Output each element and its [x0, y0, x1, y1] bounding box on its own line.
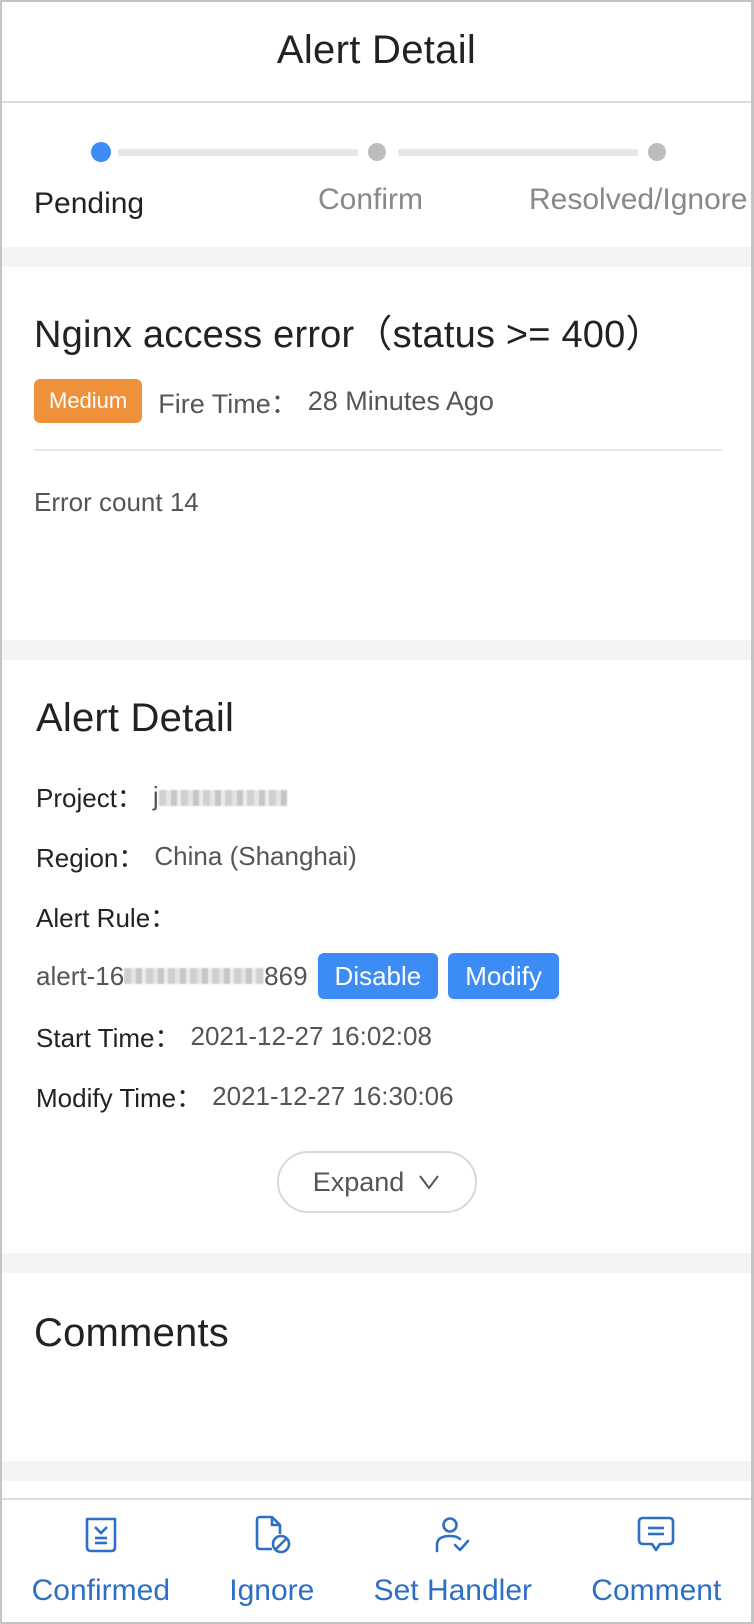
comment-action[interactable]: Comment [591, 1500, 721, 1608]
clipboard-check-icon [83, 1514, 119, 1556]
ignore-label: Ignore [229, 1574, 315, 1607]
redacted-text [124, 968, 265, 984]
start-time-label: Start Time： [36, 1022, 181, 1053]
set-handler-action[interactable]: Set Handler [374, 1500, 532, 1608]
section-gap [2, 1461, 751, 1481]
section-gap [2, 1253, 751, 1273]
step-dot-confirm [368, 143, 386, 161]
project-row: Project： j [36, 779, 717, 813]
chevron-down-icon [419, 1175, 440, 1190]
confirmed-action[interactable]: Confirmed [32, 1500, 170, 1608]
expand-button[interactable]: Expand [276, 1151, 477, 1213]
app-frame: Alert Detail Pending Confirm Resolved/Ig… [0, 0, 754, 1624]
step-dot-pending [91, 142, 111, 162]
step-label-pending: Pending [34, 187, 145, 220]
step-label-resolved: Resolved/Ignore [529, 183, 748, 216]
fire-time-value: 28 Minutes Ago [307, 385, 494, 416]
region-label: Region： [36, 842, 145, 873]
redacted-text [158, 789, 287, 806]
start-time-value: 2021-12-27 16:02:08 [190, 1020, 432, 1051]
alert-rule-label: Alert Rule： [36, 902, 177, 933]
comment-label: Comment [591, 1574, 722, 1607]
divider [34, 449, 722, 451]
step-connector [398, 149, 638, 156]
section-title-comments: Comments [34, 1311, 229, 1355]
alert-rule-prefix: alert-16 [36, 960, 125, 991]
section-gap [2, 247, 751, 267]
bottom-action-bar: Confirmed Ignore Set Handler Comment [2, 1498, 751, 1622]
progress-stepper: Pending Confirm Resolved/Ignore [2, 103, 751, 247]
modify-time-value: 2021-12-27 16:30:06 [212, 1080, 454, 1111]
file-block-icon [252, 1514, 292, 1556]
alert-rule-row: Alert Rule： [36, 899, 717, 933]
alert-summary-card: Nginx access error（status >= 400） Medium… [2, 267, 751, 640]
alert-rule-suffix: 869 [264, 960, 308, 991]
step-connector [118, 149, 358, 156]
alert-detail-card: Alert Detail Project： j Region： China (S… [2, 660, 751, 1253]
alert-rule-value-row: alert-16 869 Disable Modify [36, 953, 717, 999]
ignore-action[interactable]: Ignore [229, 1500, 314, 1608]
fire-time-label: Fire Time： [158, 388, 298, 419]
project-value: j [153, 781, 287, 812]
project-label: Project： [36, 782, 143, 813]
start-time-row: Start Time： 2021-12-27 16:02:08 [36, 1019, 717, 1053]
set-handler-label: Set Handler [373, 1574, 533, 1607]
modify-button[interactable]: Modify [448, 953, 559, 999]
confirmed-label: Confirmed [31, 1574, 171, 1607]
region-value: China (Shanghai) [154, 840, 357, 871]
comment-icon [636, 1514, 676, 1556]
page-title: Alert Detail [276, 28, 477, 72]
expand-label: Expand [312, 1166, 405, 1197]
step-dot-resolved [648, 143, 666, 161]
user-check-icon [433, 1514, 473, 1556]
region-row: Region： China (Shanghai) [36, 839, 717, 873]
page-header: Alert Detail [2, 2, 751, 103]
modify-time-label: Modify Time： [36, 1082, 203, 1113]
severity-badge: Medium [34, 379, 143, 423]
disable-button[interactable]: Disable [317, 953, 439, 999]
alert-rule-id: alert-16 869 [36, 961, 308, 992]
alert-title: Nginx access error（status >= 400） [34, 314, 664, 356]
comments-card: Comments [2, 1273, 751, 1461]
step-label-confirm: Confirm [318, 183, 424, 216]
section-gap [2, 640, 751, 660]
alert-summary-text: Error count 14 [34, 487, 199, 517]
modify-time-row: Modify Time： 2021-12-27 16:30:06 [36, 1079, 717, 1113]
section-title-alert-detail: Alert Detail [36, 696, 235, 740]
